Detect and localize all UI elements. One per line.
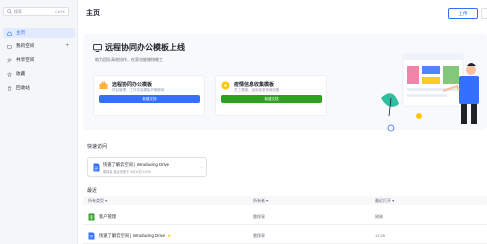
doc-icon	[88, 232, 95, 240]
sidebar-item-label: 主页	[16, 30, 26, 35]
sidebar-item-my-space[interactable]: 我的空间 +	[3, 41, 75, 51]
row-name-text: 快速了解云空间 | Introducing Drive	[99, 233, 166, 238]
filter-owner-dropdown[interactable]: 所有者 ▾	[253, 198, 268, 204]
table-header: 所有类型 ▾ 所有者 ▾ 最近打开 ▾	[83, 196, 487, 205]
recent-title: 最近	[87, 188, 98, 194]
page-title: 主页	[86, 10, 100, 17]
row-owner: 雷保泉	[253, 233, 265, 238]
template-card-remote-office[interactable]: 远程协同办公模板 项目管理、工作总结模板开箱即用 新建文档	[93, 75, 205, 116]
row-time: 刚刚	[375, 214, 383, 219]
row-owner: 雷保泉	[253, 214, 265, 219]
search-shortcut: Ctrl+K	[55, 9, 65, 14]
banner-title: 远程协同办公模板上线	[93, 42, 185, 53]
remote-work-illustration	[381, 53, 479, 132]
more-button[interactable]	[481, 8, 487, 19]
more-options-icon[interactable]: ...	[200, 164, 203, 169]
filter-type-dropdown[interactable]: 所有类型 ▾	[88, 198, 107, 204]
sidebar-item-label: 回收站	[16, 85, 30, 90]
sidebar-item-label: 收藏	[16, 71, 26, 76]
template-banner: 远程协同办公模板上线 助力团队高效协作，在家也能愉快做工 远程协同办公模板 项目…	[83, 34, 487, 132]
sheet-icon	[88, 213, 95, 221]
search-placeholder: 搜索	[14, 8, 22, 14]
sidebar-item-label: 共享空间	[16, 57, 35, 62]
health-icon	[221, 81, 230, 90]
quick-access-title: 快速访问	[87, 144, 108, 150]
briefcase-icon	[99, 81, 108, 90]
monitor-icon	[93, 43, 102, 52]
card-title: 疫情信息收集模板	[234, 82, 275, 88]
main-content: 主页 上传 远程协同办公模板上线 助力团队高效协作，在家也能愉快做工 远程协同办…	[78, 0, 487, 244]
template-card-epidemic-info[interactable]: 疫情信息收集模板 员工健康、返岗信息快速收集 新建文档	[215, 75, 327, 116]
sidebar-item-shared-space[interactable]: 共享空间	[3, 55, 75, 65]
new-document-button[interactable]: 新建文档	[221, 95, 322, 103]
card-subtitle: 员工健康、返岗信息快速收集	[234, 88, 280, 92]
row-name: 快速了解云空间 | Introducing Drive ★	[99, 233, 171, 239]
sidebar: 搜索 Ctrl+K 主页 我的空间 + 共享空间 收藏 回收站	[0, 0, 78, 244]
home-icon	[7, 30, 12, 36]
sidebar-item-favorites[interactable]: 收藏	[3, 69, 75, 79]
folder-icon	[7, 44, 12, 48]
card-title: 远程协同办公模板	[112, 82, 153, 88]
doc-icon	[93, 163, 100, 172]
table-row[interactable]: 快速了解云空间 | Introducing Drive ★ 雷保泉 17:29	[83, 228, 487, 244]
banner-title-text: 远程协同办公模板上线	[105, 43, 185, 52]
trash-icon	[7, 85, 12, 91]
search-icon	[7, 9, 12, 14]
users-icon	[7, 58, 12, 63]
row-name: 客户管理	[99, 214, 117, 219]
new-document-button[interactable]: 新建文档	[99, 95, 200, 103]
quick-access-item-name: 快速了解云空间 | Introducing Drive	[103, 162, 170, 167]
banner-subtitle: 助力团队高效协作，在家也能愉快做工	[95, 57, 163, 62]
sidebar-item-home[interactable]: 主页	[3, 28, 75, 38]
upload-button[interactable]: 上传	[448, 8, 478, 19]
starred-icon[interactable]: ★	[167, 233, 171, 238]
row-time: 17:29	[375, 233, 386, 238]
sidebar-item-trash[interactable]: 回收站	[3, 83, 75, 93]
sort-recent-dropdown[interactable]: 最近打开 ▾	[375, 198, 394, 204]
star-icon	[7, 71, 12, 77]
table-row[interactable]: 客户管理 雷保泉 刚刚	[83, 209, 487, 225]
quick-access-item-meta: 雷保泉 最近查看于 3月10日 15:56	[103, 170, 151, 174]
add-folder-button[interactable]: +	[65, 43, 69, 49]
search-input[interactable]: 搜索 Ctrl+K	[3, 7, 69, 16]
sidebar-item-label: 我的空间	[16, 43, 35, 48]
card-subtitle: 项目管理、工作总结模板开箱即用	[112, 88, 165, 92]
quick-access-item[interactable]: 快速了解云空间 | Introducing Drive 雷保泉 最近查看于 3月…	[87, 157, 207, 177]
